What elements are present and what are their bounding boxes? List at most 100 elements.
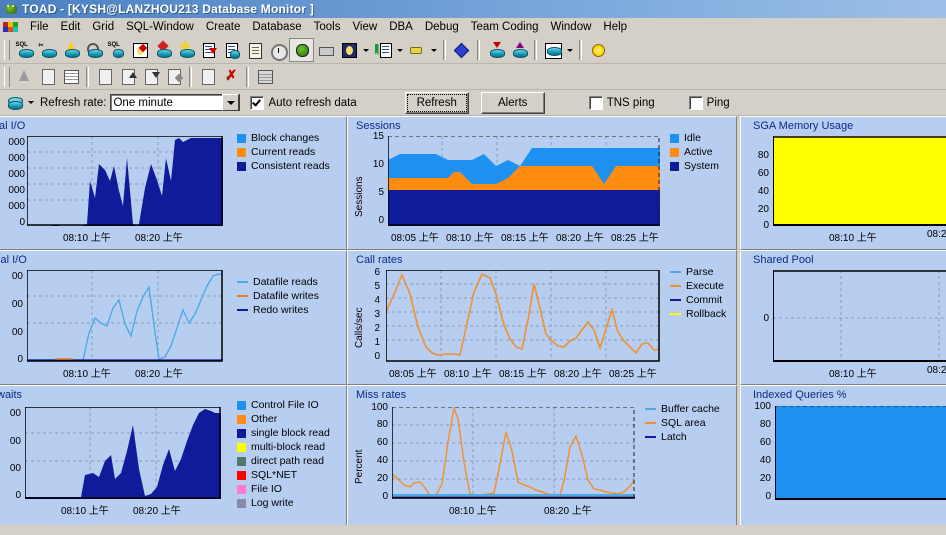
legend-label: multi-block read — [251, 441, 326, 453]
x-tick: 08:2 — [927, 365, 946, 376]
x-tick: 08:25 上午 — [609, 369, 657, 380]
sql-editor-icon[interactable]: SQL — [13, 39, 36, 61]
debugger-bug-icon[interactable] — [289, 38, 314, 62]
execute-bolt-icon[interactable] — [59, 39, 82, 61]
legend-swatch — [237, 498, 246, 508]
monitor-dropdown-icon[interactable] — [564, 39, 575, 61]
legend-item: Datafile writes — [237, 289, 319, 303]
ping-checkbox[interactable]: Ping — [688, 95, 730, 110]
key-lookup-dropdown-icon[interactable] — [428, 39, 439, 61]
y-tick: 80 — [759, 419, 771, 430]
legend-item: System — [670, 159, 719, 173]
legend-swatch — [670, 147, 679, 157]
memo-icon[interactable] — [253, 66, 276, 88]
menu-item-team-coding[interactable]: Team Coding — [465, 20, 545, 34]
auto-refresh-checkbox[interactable]: Auto refresh data — [250, 95, 357, 110]
key-lookup-icon[interactable] — [405, 39, 428, 61]
menu-item-edit[interactable]: Edit — [55, 20, 87, 34]
refresh-rate-dropdown-arrow[interactable] — [222, 94, 240, 111]
y-tick: 20 — [757, 204, 769, 215]
y-tick: 0 — [763, 220, 769, 231]
duplicate-row-icon[interactable] — [116, 66, 139, 88]
clipboard-icon[interactable] — [36, 66, 59, 88]
panel-sessions[interactable]: Sessions Sessions 15 10 5 0 08:05 上午 08:… — [347, 116, 737, 250]
panel-physical-io[interactable]: al I/O 000 000 000 000 000 0 08:10 上午 08… — [0, 116, 347, 250]
legend-sessions: Idle Active System — [670, 131, 719, 173]
print-icon[interactable] — [314, 39, 337, 61]
panel-title-call-rates: Call rates — [356, 254, 403, 266]
legend-label: Buffer cache — [661, 403, 720, 415]
tns-ping-checkbox[interactable]: TNS ping — [588, 95, 655, 110]
database-monitor-icon[interactable] — [3, 92, 25, 114]
y-tick: 5 — [374, 281, 380, 292]
alerts-button[interactable]: Alerts — [480, 91, 545, 114]
panel-indexed-queries[interactable]: Indexed Queries % 100 80 60 40 20 0 — [740, 385, 946, 525]
x-tick: 08:20 上午 — [135, 369, 183, 380]
y-tick: 0 — [763, 313, 769, 324]
procedure-run-icon[interactable] — [174, 39, 197, 61]
explain-plan-icon[interactable] — [337, 39, 360, 61]
y-axis-label-call-rates: Calls/sec — [354, 307, 365, 348]
refresh-grid-icon[interactable] — [196, 66, 219, 88]
script-dropdown-icon[interactable] — [394, 39, 405, 61]
commit-check-icon[interactable]: ✓ ✗ — [219, 66, 242, 88]
legend-swatch — [237, 428, 246, 438]
panel-title-physical-io: al I/O — [0, 120, 26, 132]
save-row-icon[interactable] — [139, 66, 162, 88]
export-icon[interactable] — [507, 39, 530, 61]
copy-row-icon[interactable] — [93, 66, 116, 88]
menu-item-view[interactable]: View — [346, 20, 383, 34]
procedure-edit-icon[interactable] — [151, 39, 174, 61]
menu-item-debug[interactable]: Debug — [419, 20, 465, 34]
monitor-icon[interactable] — [541, 39, 564, 61]
report-window-icon[interactable] — [128, 39, 151, 61]
export-data-icon[interactable] — [197, 39, 220, 61]
y-tick: 100 — [754, 401, 771, 412]
legend-swatch — [237, 470, 246, 480]
refresh-rate-select[interactable]: One minute — [110, 94, 241, 111]
menu-item-sql-window[interactable]: SQL-Window — [120, 20, 200, 34]
chevron-down-icon[interactable] — [25, 92, 36, 114]
toolbar-separator — [534, 40, 537, 60]
session-gauge-icon[interactable] — [266, 39, 289, 61]
menu-item-grid[interactable]: Grid — [86, 20, 120, 34]
legend-item: Buffer cache — [645, 402, 720, 416]
diamond-icon[interactable] — [450, 39, 473, 61]
menu-item-tools[interactable]: Tools — [308, 20, 347, 34]
menu-item-database[interactable]: Database — [246, 20, 307, 34]
menu-item-help[interactable]: Help — [597, 20, 633, 34]
panel-shared-pool[interactable]: Shared Pool 0 08:10 上午 08:2 — [740, 250, 946, 385]
legend-label: Current reads — [251, 146, 316, 158]
panel-title-database-waits: waits — [0, 389, 23, 401]
menu-item-create[interactable]: Create — [200, 20, 247, 34]
menu-item-window[interactable]: Window — [545, 20, 598, 34]
toolbar-grip[interactable] — [4, 40, 10, 60]
legend-item: Log write — [237, 496, 330, 510]
script-icon[interactable] — [371, 39, 394, 61]
auto-refresh-label: Auto refresh data — [268, 96, 357, 109]
toolbar-grip[interactable] — [4, 66, 10, 87]
sun-database-icon[interactable] — [586, 39, 609, 61]
explain-plan-dropdown-icon[interactable] — [360, 39, 371, 61]
menu-item-dba[interactable]: DBA — [383, 20, 419, 34]
menu-item-file[interactable]: File — [24, 20, 55, 34]
filter-icon[interactable] — [59, 66, 82, 88]
y-tick: 2 — [374, 323, 380, 334]
window-title-bar: TOAD - [KYSH@LANZHOU213 Database Monitor… — [0, 0, 946, 18]
sort-icon[interactable] — [13, 66, 36, 88]
panel-sga-memory-usage[interactable]: SGA Memory Usage 80 60 40 20 0 08:10 上午 … — [740, 116, 946, 250]
schema-browser-icon[interactable] — [82, 39, 105, 61]
panel-logical-io[interactable]: cal I/O 00 00 00 0 08:10 上午 08:20 上午 Dat… — [0, 250, 347, 385]
data-grid-icon[interactable] — [220, 39, 243, 61]
sql-modeler-icon[interactable]: ✂ — [36, 39, 59, 61]
panel-miss-rates[interactable]: Miss rates Percent 100 80 60 40 20 0 08:… — [347, 385, 737, 525]
panel-call-rates[interactable]: Call rates Calls/sec 6 5 4 3 2 1 0 08:05 — [347, 250, 737, 385]
legend-item: Current reads — [237, 145, 330, 159]
refresh-button[interactable]: Refresh — [404, 91, 469, 114]
legend-item: direct path read — [237, 454, 330, 468]
sql-tuning-icon[interactable]: SQL — [105, 39, 128, 61]
post-row-icon[interactable] — [162, 66, 185, 88]
import-icon[interactable] — [484, 39, 507, 61]
notepad-icon[interactable] — [243, 39, 266, 61]
panel-database-waits[interactable]: waits 00 00 00 0 08:10 上午 08:20 上午 Contr… — [0, 385, 347, 525]
